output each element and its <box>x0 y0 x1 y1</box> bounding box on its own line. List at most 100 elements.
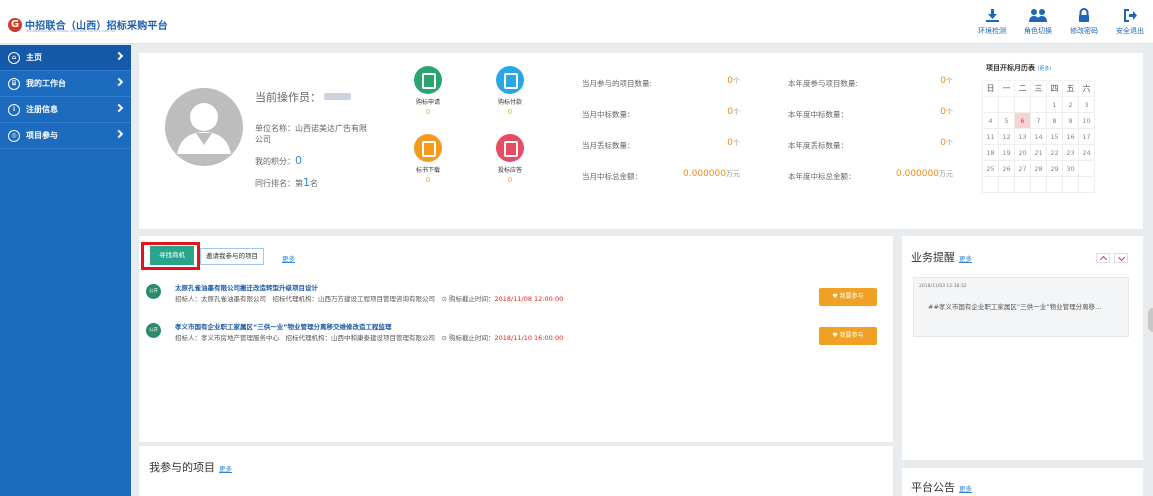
calendar-day <box>1014 96 1031 113</box>
sidebar-item-home[interactable]: ⌂ 主页 <box>0 45 131 71</box>
user-avatar <box>165 88 243 166</box>
calendar-day[interactable]: 23 <box>1062 144 1079 161</box>
action-bid-response[interactable]: 投标应答 0 <box>485 134 535 184</box>
join-project-button[interactable]: ♥ 我要参与 <box>819 327 877 345</box>
calendar-day[interactable]: 11 <box>982 128 999 145</box>
calendar-day[interactable]: 24 <box>1078 144 1095 161</box>
calendar-day[interactable]: 6 <box>1014 112 1031 129</box>
reminder-more-link[interactable]: 更多 <box>959 255 972 263</box>
tool-role-switch[interactable]: 角色切换 <box>1015 8 1061 36</box>
action-pay-purchase[interactable]: 购标付款 0 <box>485 66 535 116</box>
calendar-day <box>1030 96 1047 113</box>
calendar-day[interactable]: 16 <box>1062 128 1079 145</box>
stat-month-lost-value: 0个 <box>727 138 740 148</box>
action-count: 0 <box>425 176 431 184</box>
calendar-day[interactable]: 21 <box>1030 144 1047 161</box>
project-item[interactable]: 公开 孝义市国有企业职工家属区“三供一业”物业管理分离移交维修改造工程监理 招标… <box>146 323 886 351</box>
stat-month-won-label: 当月中标数量： <box>582 110 635 119</box>
calendar-day[interactable]: 30 <box>1062 160 1079 177</box>
action-count: 0 <box>507 108 513 116</box>
calendar-day[interactable]: 8 <box>1046 112 1063 129</box>
calendar-day[interactable]: 7 <box>1030 112 1047 129</box>
calendar-day[interactable]: 1 <box>1046 96 1063 113</box>
opportunity-more-link[interactable]: 更多 <box>282 253 295 263</box>
calendar-weekday: 六 <box>1078 80 1095 97</box>
brand-logo[interactable]: G 中招联合（山西）招标采购平台 ZHONGZHAOLIANHE SHANXI … <box>8 17 168 33</box>
calendar-day[interactable]: 20 <box>1014 144 1031 161</box>
logout-icon <box>1123 9 1137 22</box>
project-meta: 招标人：太原孔雀油墨有限公司 招标代理机构：山西万方建设工程项目管理咨询有限公司… <box>175 295 564 303</box>
sidebar-item-projects[interactable]: ◎ 项目参与 <box>0 123 131 149</box>
my-projects-more-link[interactable]: 更多 <box>219 465 232 473</box>
calendar-day[interactable]: 14 <box>1030 128 1047 145</box>
stat-year-participated-value: 0个 <box>940 76 953 86</box>
calendar-day[interactable]: 2 <box>1062 96 1079 113</box>
reminder-time: 2018/11/03 12:38:32 <box>919 284 967 289</box>
stat-year-lost-label: 本年度丢标数量： <box>788 141 848 150</box>
stat-month-participated-value: 0个 <box>727 76 740 86</box>
project-item[interactable]: 公开 太原孔雀油墨有限公司搬迁改造转型升级项目设计 招标人：太原孔雀油墨有限公司… <box>146 284 886 312</box>
tool-change-password[interactable]: 修改密码 <box>1061 8 1107 36</box>
tool-logout-label: 安全退出 <box>1116 27 1144 35</box>
stat-month-amount-value: 0.000000万元 <box>683 169 740 179</box>
sidebar-item-workbench[interactable]: ⌸ 我的工作台 <box>0 71 131 97</box>
calendar-day[interactable]: 22 <box>1046 144 1063 161</box>
tab-invited-projects[interactable]: 邀请我参与的项目 <box>200 248 264 265</box>
calendar-day[interactable]: 3 <box>1078 96 1095 113</box>
tool-env-check-label: 环境检测 <box>978 27 1006 35</box>
reminder-item[interactable]: 2018/11/03 12:38:32 ##孝义市国有企业职工家属区“三供一业”… <box>913 277 1129 337</box>
tool-env-check[interactable]: 环境检测 <box>969 8 1015 36</box>
join-project-button[interactable]: ♥ 我要参与 <box>819 288 877 306</box>
calendar-day[interactable]: 12 <box>998 128 1015 145</box>
bid-response-icon <box>496 134 524 162</box>
points: 我的积分：0 <box>255 154 302 167</box>
action-download-docs[interactable]: 标书下载 0 <box>403 134 453 184</box>
workbench-icon: ⌸ <box>8 77 20 90</box>
brand-mark-icon: G <box>8 17 22 32</box>
calendar-weekday: 三 <box>1030 80 1047 97</box>
action-label: 投标应答 <box>497 167 522 174</box>
calendar-day[interactable]: 29 <box>1046 160 1063 177</box>
calendar-day <box>1078 176 1095 193</box>
notice-title: 平台公告 更多 <box>911 481 972 494</box>
tool-role-switch-label: 角色切换 <box>1024 27 1052 35</box>
project-deadline: 2018/11/10 16:00:00 <box>494 334 564 342</box>
notice-more-link[interactable]: 更多 <box>959 485 972 493</box>
brand-subtitle: ZHONGZHAOLIANHE SHANXI ZHAO BIAO CAI GOU… <box>26 29 115 33</box>
calendar-day[interactable]: 19 <box>998 144 1015 161</box>
project-title[interactable]: 太原孔雀油墨有限公司搬迁改造转型升级项目设计 <box>175 282 318 292</box>
sidebar-item-registration[interactable]: i 注册信息 <box>0 97 131 123</box>
tool-logout[interactable]: 安全退出 <box>1107 8 1153 36</box>
calendar-day[interactable]: 17 <box>1078 128 1095 145</box>
action-apply-purchase[interactable]: 购标申请 0 <box>403 66 453 116</box>
scroll-up-button[interactable] <box>1096 253 1110 263</box>
calendar-day[interactable]: 26 <box>998 160 1015 177</box>
calendar-day[interactable]: 25 <box>982 160 999 177</box>
calendar-day[interactable]: 9 <box>1062 112 1079 129</box>
peer-rank: 同行排名：第1名 <box>255 176 318 189</box>
action-label: 购标付款 <box>497 99 522 106</box>
calendar-day[interactable]: 5 <box>998 112 1015 129</box>
edit-document-icon <box>414 134 442 162</box>
calendar-more-link[interactable]: (更多) <box>1037 66 1051 72</box>
calendar-day[interactable]: 18 <box>982 144 999 161</box>
stat-year-amount-value: 0.000000万元 <box>896 169 953 179</box>
calendar-day[interactable]: 15 <box>1046 128 1063 145</box>
calendar-day[interactable]: 27 <box>1014 160 1031 177</box>
project-deadline: 2018/11/08 12:00:00 <box>494 295 564 303</box>
reminder-text: ##孝义市国有企业职工家属区“三供一业”物业管理分离移... <box>928 303 1102 311</box>
calendar-day[interactable]: 28 <box>1030 160 1047 177</box>
scroll-down-button[interactable] <box>1114 253 1128 263</box>
points-value: 0 <box>295 154 302 167</box>
sidebar-item-label: 项目参与 <box>26 131 58 140</box>
project-title[interactable]: 孝义市国有企业职工家属区“三供一业”物业管理分离移交维修改造工程监理 <box>175 321 392 331</box>
reminder-title: 业务提醒 更多 <box>911 251 972 264</box>
calendar-weekday: 一 <box>998 80 1015 97</box>
stat-month-lost-label: 当月丢标数量： <box>582 141 635 150</box>
calendar-day[interactable]: 4 <box>982 112 999 129</box>
top-bar: G 中招联合（山西）招标采购平台 ZHONGZHAOLIANHE SHANXI … <box>0 0 1153 44</box>
side-handle[interactable] <box>1148 308 1153 332</box>
calendar-day <box>982 96 999 113</box>
calendar-day[interactable]: 10 <box>1078 112 1095 129</box>
calendar-day[interactable]: 13 <box>1014 128 1031 145</box>
